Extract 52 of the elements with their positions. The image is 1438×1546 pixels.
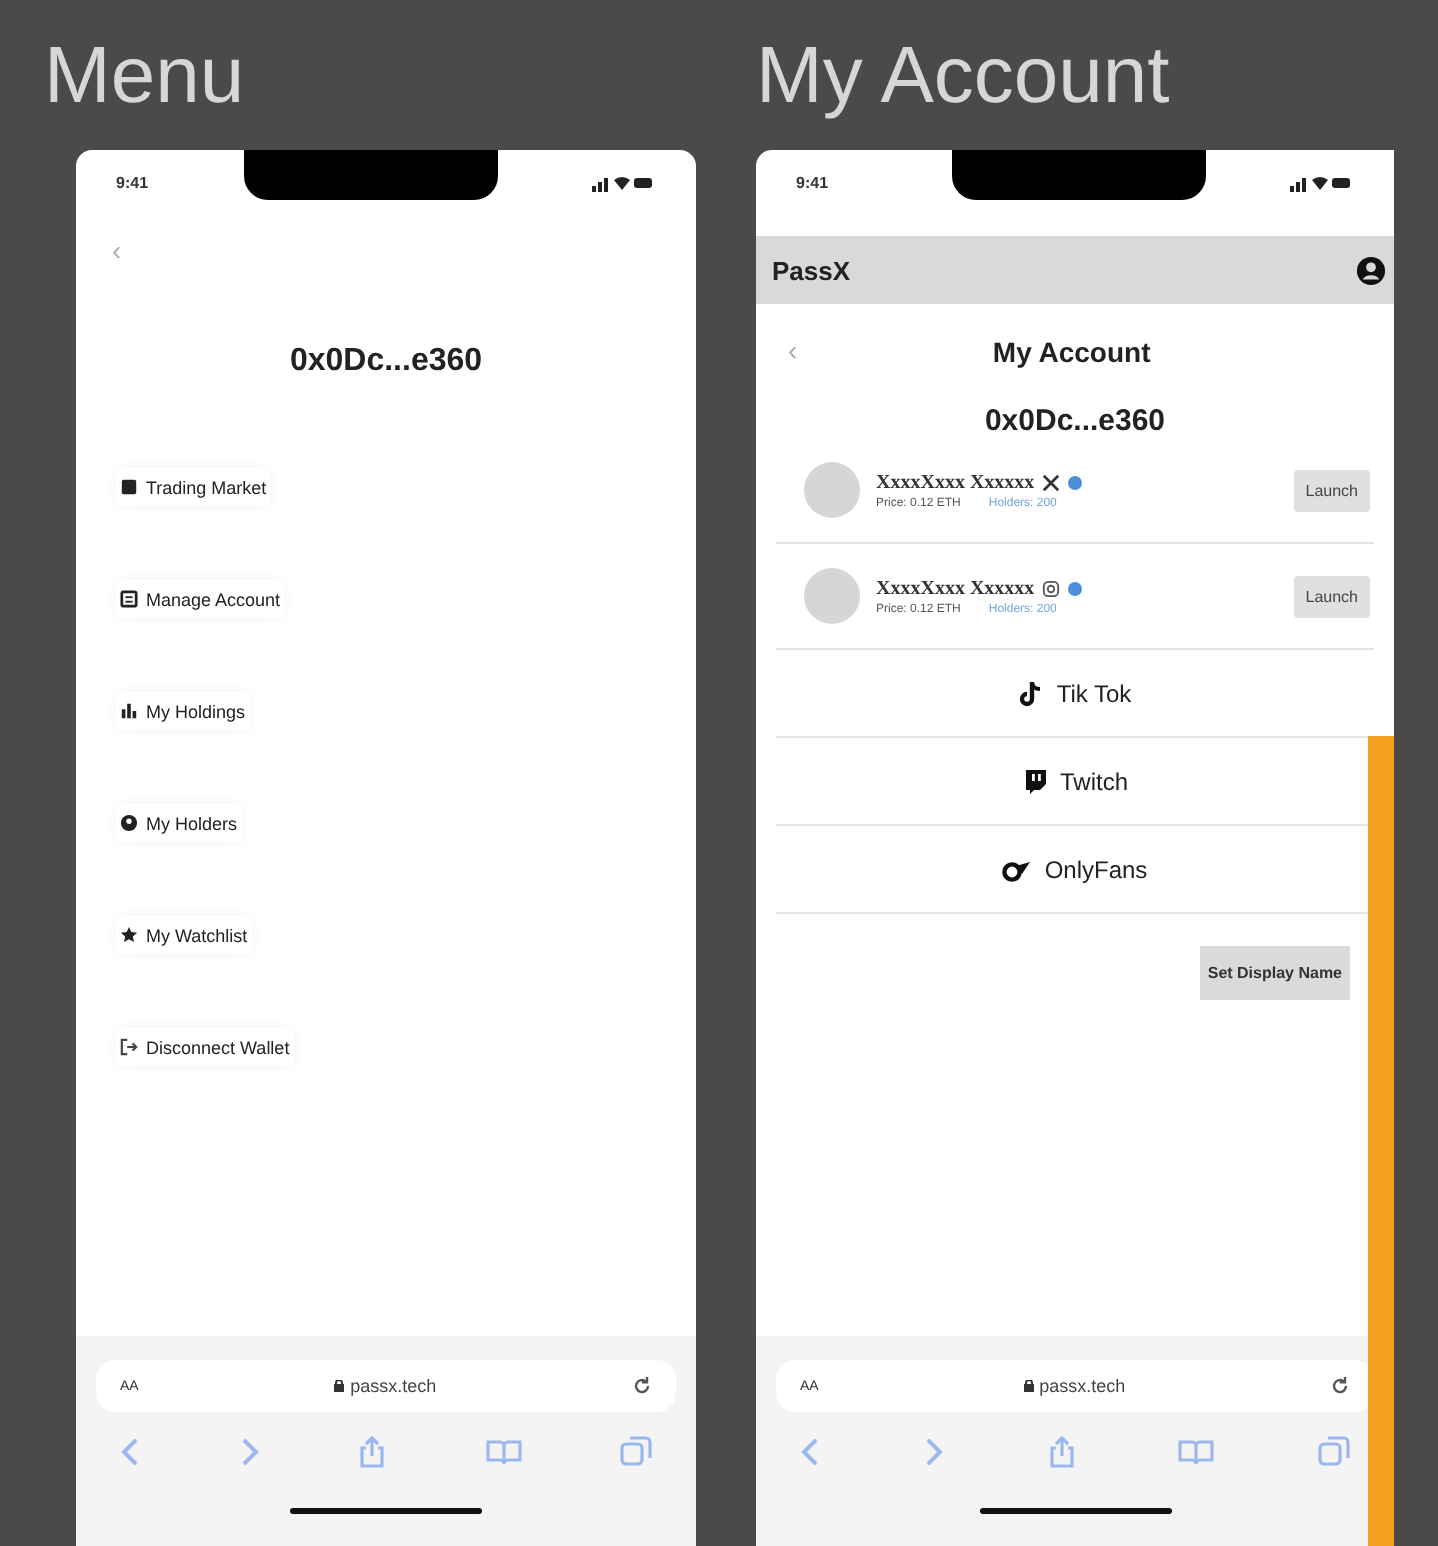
- lock-ring-icon: [1002, 857, 1033, 881]
- back-icon[interactable]: [800, 1438, 820, 1466]
- set-display-name-button[interactable]: Set Display Name: [1199, 946, 1350, 1000]
- wallet-address: 0x0Dc...e360: [287, 344, 485, 380]
- menu-item[interactable]: Disconnect Wallet: [116, 1028, 294, 1066]
- menu-item[interactable]: Trading Market: [116, 468, 271, 506]
- tabs-icon[interactable]: [620, 1436, 652, 1468]
- x-logo-icon: [1042, 473, 1061, 491]
- menu-item-icon: [120, 814, 138, 832]
- brand-name[interactable]: PassX: [772, 255, 851, 285]
- menu-item-icon: [120, 1038, 138, 1056]
- avatar: [804, 568, 860, 624]
- tabs-icon[interactable]: [1318, 1436, 1350, 1468]
- status-time: 9:41: [796, 174, 829, 192]
- frame-title: My Account: [756, 30, 1172, 124]
- wallet-address: 0x0Dc...e360: [982, 404, 1168, 438]
- share-icon[interactable]: [1047, 1436, 1075, 1468]
- account-name: XxxxXxxx Xxxxxx: [876, 577, 1035, 599]
- status-icons: [592, 174, 652, 192]
- forward-icon[interactable]: [923, 1438, 944, 1466]
- frame-title: Menu: [44, 30, 247, 124]
- menu-item-icon: [120, 478, 138, 496]
- url-text: passx.tech: [334, 1376, 437, 1396]
- account-name: XxxxXxxx Xxxxxx: [876, 471, 1035, 493]
- social-link-row[interactable]: Tik Tok: [776, 650, 1374, 738]
- menu-item[interactable]: Manage Account: [116, 580, 285, 618]
- menu-item[interactable]: My Holdings: [116, 692, 250, 730]
- status-time: 9:41: [116, 174, 149, 192]
- avatar: [804, 462, 860, 518]
- lock-icon: [1023, 1380, 1034, 1392]
- menu-item-icon: [120, 702, 138, 720]
- menu-item-icon: [120, 590, 138, 608]
- page-heading: My Account: [990, 336, 1153, 368]
- url-text: passx.tech: [1023, 1376, 1126, 1396]
- music-note-icon: [1018, 679, 1045, 707]
- chat-bubble-icon: [1021, 767, 1048, 795]
- forward-icon[interactable]: [239, 1438, 259, 1466]
- book-icon[interactable]: [485, 1438, 521, 1466]
- user-icon[interactable]: [1356, 255, 1386, 285]
- launch-button[interactable]: Launch: [1293, 575, 1370, 617]
- reload-icon[interactable]: [1330, 1376, 1350, 1396]
- camera-icon: [1042, 579, 1061, 597]
- menu-item[interactable]: My Watchlist: [116, 916, 252, 954]
- reload-icon[interactable]: [632, 1376, 652, 1396]
- launch-button[interactable]: Launch: [1293, 469, 1370, 511]
- status-icons: [1290, 174, 1350, 192]
- menu-item[interactable]: My Holders: [116, 804, 242, 842]
- back-icon[interactable]: [120, 1438, 140, 1466]
- book-icon[interactable]: [1178, 1438, 1215, 1466]
- menu-item-icon: [120, 926, 138, 944]
- share-icon[interactable]: [358, 1436, 386, 1468]
- lock-icon: [334, 1380, 345, 1392]
